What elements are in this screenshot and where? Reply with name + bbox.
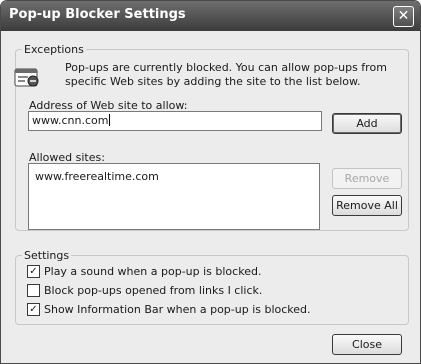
address-value: www.cnn.com [32, 114, 109, 127]
remove-button[interactable]: Remove [332, 168, 402, 189]
close-button[interactable]: Close [332, 334, 402, 355]
exceptions-info-text: Pop-ups are currently blocked. You can a… [65, 61, 387, 88]
dialog-body: Exceptions Pop-ups are currently blocked… [1, 31, 420, 363]
close-icon[interactable]: ✕ [393, 6, 414, 27]
dialog-title: Pop-up Blocker Settings [9, 7, 186, 22]
remove-all-button[interactable]: Remove All [332, 195, 402, 216]
popup-blocker-dialog: Pop-up Blocker Settings ✕ Exceptions Pop… [0, 0, 421, 364]
add-button[interactable]: Add [332, 113, 402, 134]
checkbox[interactable]: ✓ [27, 303, 40, 316]
checkbox[interactable] [27, 284, 40, 297]
title-bar: Pop-up Blocker Settings ✕ [1, 1, 420, 31]
text-caret [109, 114, 111, 126]
settings-legend: Settings [24, 249, 70, 262]
allowed-sites-list[interactable]: www.freerealtime.com [28, 163, 320, 230]
address-input[interactable]: www.cnn.com [28, 111, 322, 131]
list-item[interactable]: www.freerealtime.com [35, 170, 159, 183]
checkbox[interactable]: ✓ [27, 265, 40, 278]
block-links-label: Block pop-ups opened from links I click. [44, 284, 263, 297]
show-info-bar-label: Show Information Bar when a pop-up is bl… [44, 303, 311, 316]
popup-blocked-icon [14, 68, 39, 87]
exceptions-legend: Exceptions [24, 43, 84, 56]
play-sound-label: Play a sound when a pop-up is blocked. [44, 265, 262, 278]
